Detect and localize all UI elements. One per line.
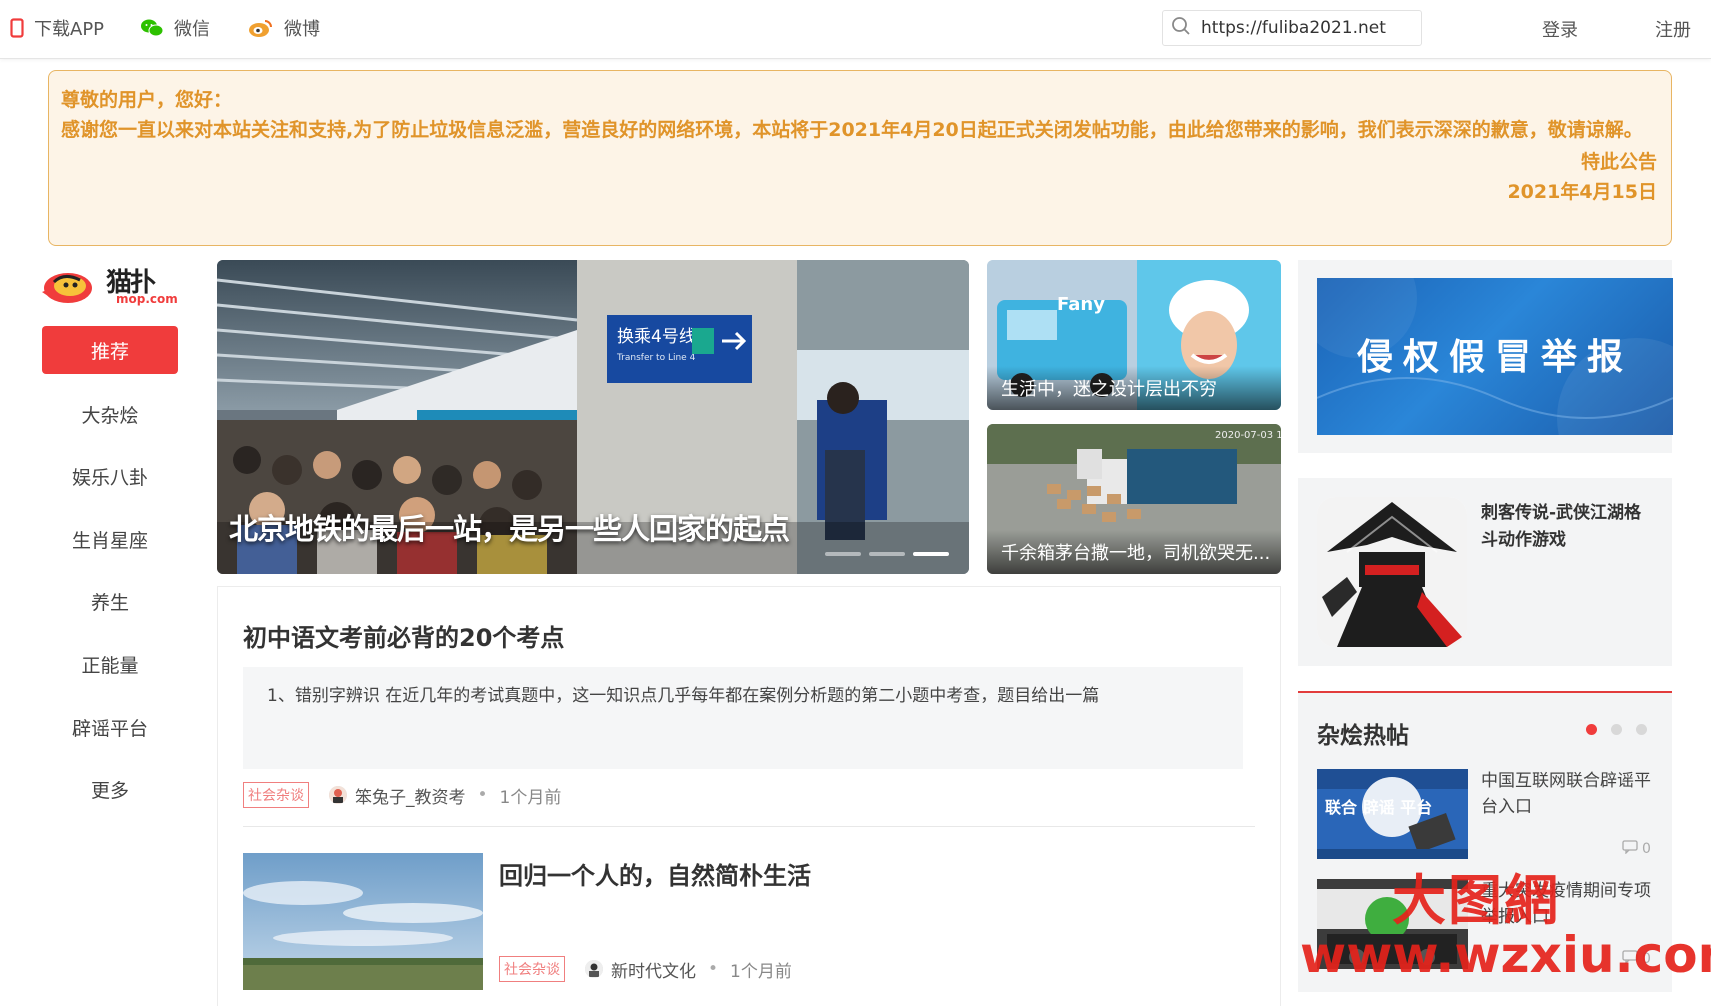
meta-separator: • bbox=[477, 785, 488, 805]
notice-body: 感谢您一直以来对本站关注和支持,为了防止垃圾信息泛滥，营造良好的网络环境，本站将… bbox=[61, 119, 1643, 141]
author-avatar[interactable] bbox=[585, 960, 603, 978]
comment-count-value: 0 bbox=[1642, 841, 1651, 857]
article-title[interactable]: 初中语文考前必背的20个考点 bbox=[243, 618, 564, 653]
notice-signature: 特此公告 bbox=[1580, 151, 1657, 173]
article-thumbnail[interactable] bbox=[243, 853, 483, 990]
phone-icon bbox=[10, 18, 24, 38]
register-link[interactable]: 注册 bbox=[1655, 16, 1691, 42]
photo-timestamp: 2020-07-03 12 bbox=[1215, 430, 1281, 441]
subway-sign-text: 换乘4号线 bbox=[617, 327, 696, 347]
watermark-url: www.wzxiu.com bbox=[1300, 926, 1711, 984]
side-card-moutai[interactable]: 2020-07-03 12 千余箱茅台撒一地，司机欲哭无... bbox=[987, 424, 1281, 574]
search-icon bbox=[1171, 16, 1191, 40]
subway-sign-subtext: Transfer to Line 4 bbox=[616, 353, 696, 363]
carousel-dot-active[interactable] bbox=[913, 552, 949, 556]
carousel-dot[interactable] bbox=[825, 552, 861, 556]
hot-thumb-text: 联合 辟谣 平台 bbox=[1325, 798, 1432, 817]
author-name[interactable]: 笨兔子_教资考 bbox=[355, 783, 466, 808]
login-link[interactable]: 登录 bbox=[1542, 16, 1578, 42]
site-logo[interactable]: 猫扑 mop.com bbox=[40, 262, 180, 308]
nav-item-more[interactable]: 更多 bbox=[42, 765, 178, 813]
weibo-icon bbox=[248, 18, 274, 38]
article-meta: 社会杂谈 笨兔子_教资考 • 1个月前 bbox=[243, 782, 561, 808]
wechat-link[interactable]: 微信 bbox=[140, 16, 210, 40]
report-banner-text: 侵权假冒举报 bbox=[1356, 336, 1633, 378]
nav-item-zodiac[interactable]: 生肖星座 bbox=[42, 515, 178, 563]
nav-item-entertainment[interactable]: 娱乐八卦 bbox=[42, 452, 178, 500]
download-app-label: 下载APP bbox=[34, 19, 105, 40]
category-tag[interactable]: 社会杂谈 bbox=[499, 956, 565, 982]
pager-dot-active[interactable] bbox=[1586, 724, 1597, 735]
download-app-link[interactable]: 下载APP bbox=[10, 16, 104, 40]
weibo-link[interactable]: 微博 bbox=[248, 16, 320, 40]
article-excerpt[interactable]: 1、错别字辨识 在近几年的考试真题中，这一知识点几乎每年都在案例分析题的第二小题… bbox=[243, 667, 1243, 769]
game-icon[interactable] bbox=[1317, 497, 1467, 647]
game-name[interactable]: 刺客传说-武侠江湖格斗动作游戏 bbox=[1481, 500, 1657, 554]
carousel-indicators bbox=[825, 552, 949, 556]
watermark: 大图網 www.wzxiu.com bbox=[1300, 856, 1711, 990]
category-tag[interactable]: 社会杂谈 bbox=[243, 782, 309, 808]
article-divider bbox=[243, 826, 1255, 827]
article-title[interactable]: 回归一个人的，自然简朴生活 bbox=[499, 856, 811, 891]
meta-separator: • bbox=[708, 959, 719, 979]
weibo-label: 微博 bbox=[284, 19, 320, 40]
pager-dot[interactable] bbox=[1636, 724, 1647, 735]
post-time: 1个月前 bbox=[730, 961, 792, 982]
watermark-title: 大图網 bbox=[1392, 869, 1560, 932]
side-card-caption: 千余箱茅台撒一地，司机欲哭无... bbox=[987, 530, 1281, 574]
svg-text:Fany: Fany bbox=[1057, 294, 1105, 315]
carousel-dot[interactable] bbox=[869, 552, 905, 556]
logo-domain: mop.com bbox=[116, 292, 178, 306]
side-card-design[interactable]: Fany 生活中，迷之设计层出不穷 bbox=[987, 260, 1281, 410]
author-avatar[interactable] bbox=[329, 786, 347, 804]
notice-date: 2021年4月15日 bbox=[1507, 181, 1657, 203]
hot-post-thumbnail[interactable]: 联合 辟谣 平台 bbox=[1317, 769, 1468, 859]
hot-posts-title: 杂烩热帖 bbox=[1317, 723, 1409, 749]
post-time: 1个月前 bbox=[499, 787, 562, 808]
notice-greeting: 尊敬的用户，您好： bbox=[61, 89, 233, 111]
search-input[interactable] bbox=[1199, 17, 1403, 39]
pager-dot[interactable] bbox=[1611, 724, 1622, 735]
side-card-caption: 生活中，迷之设计层出不穷 bbox=[987, 366, 1281, 410]
hot-post-title[interactable]: 中国互联网联合辟谣平台入口 bbox=[1481, 768, 1657, 820]
nav-item-dazahui[interactable]: 大杂烩 bbox=[42, 390, 178, 438]
author-name[interactable]: 新时代文化 bbox=[611, 957, 696, 982]
article-meta: 社会杂谈 新时代文化 • 1个月前 bbox=[499, 956, 792, 982]
wechat-icon bbox=[140, 18, 164, 38]
search-box[interactable] bbox=[1162, 10, 1422, 46]
nav-item-health[interactable]: 养生 bbox=[42, 577, 178, 625]
announcement-banner: 尊敬的用户，您好： 感谢您一直以来对本站关注和支持,为了防止垃圾信息泛滥，营造良… bbox=[48, 70, 1672, 246]
nav-item-recommend[interactable]: 推荐 bbox=[42, 326, 178, 374]
nav-item-positive-energy[interactable]: 正能量 bbox=[42, 640, 178, 688]
featured-carousel[interactable]: 换乘4号线 Transfer to Line 4 北京地铁的最后一站，是另一些人… bbox=[217, 260, 969, 574]
carousel-title[interactable]: 北京地铁的最后一站，是另一些人回家的起点 bbox=[229, 506, 790, 548]
hot-posts-pager bbox=[1586, 724, 1647, 735]
nav-item-rumor-platform[interactable]: 辟谣平台 bbox=[42, 703, 178, 751]
infringement-report-banner[interactable]: 侵权假冒举报 bbox=[1317, 278, 1673, 435]
wechat-label: 微信 bbox=[174, 19, 210, 40]
